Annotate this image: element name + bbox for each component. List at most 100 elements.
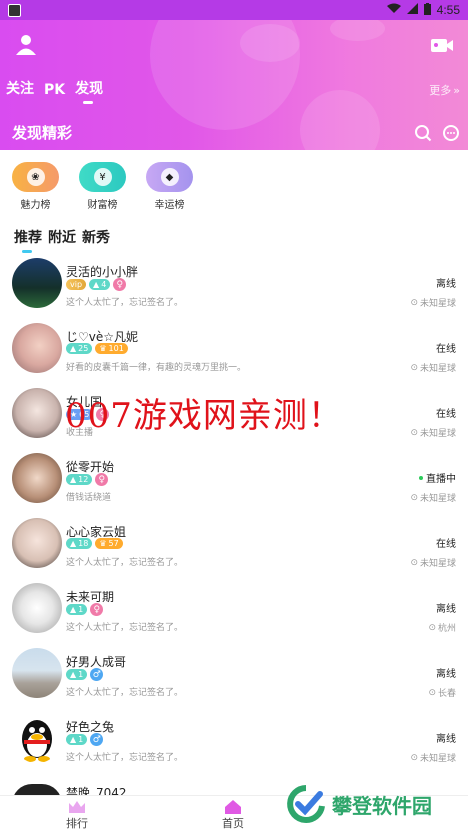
nav-rank[interactable]: 排行 — [66, 800, 88, 831]
location: ⊙ 杭州 — [428, 621, 456, 635]
double-chevron-icon: » — [453, 83, 460, 97]
level-value: 25 — [78, 344, 89, 353]
user-badges: ▲ 1 ♂ — [66, 668, 104, 681]
location-label: 长春 — [437, 689, 456, 699]
location: ⊙ 未知星球 — [410, 361, 456, 375]
user-badges: ▲ 25 ♛ 101 — [66, 343, 128, 354]
wealth-badge: ♛ 101 — [95, 343, 128, 354]
penguin-icon — [22, 720, 52, 762]
rank-charm[interactable]: ❀ 魅力榜 — [12, 162, 59, 211]
list-item[interactable]: 好男人成哥 ▲ 1 ♂ 这个人太忙了，忘记签名了。 离线 ⊙ 长春 — [0, 646, 468, 711]
live-dot — [419, 475, 423, 480]
search-icon[interactable] — [414, 124, 432, 142]
level-icon: ▲ — [70, 539, 77, 548]
location-label: 未知星球 — [419, 754, 456, 764]
tab-follow[interactable]: 关注 — [6, 78, 34, 104]
online-status: 离线 — [436, 600, 456, 615]
list-item[interactable]: 未来可期 ▲ 1 ♀ 这个人太忙了，忘记签名了。 离线 ⊙ 杭州 — [0, 581, 468, 646]
list-item[interactable]: 從零开始 ▲ 12 ♀ 借钱话绕道 直播中 ⊙ 未知星球 — [0, 451, 468, 516]
tab-pk[interactable]: PK — [44, 82, 65, 104]
cube-icon: ◆ — [160, 168, 179, 186]
decor-bubble — [240, 24, 300, 62]
rank-row: ❀ 魅力榜 ¥ 财富榜 ◆ 幸运榜 — [12, 162, 193, 211]
wealth-icon: ♛ — [99, 539, 107, 548]
level-icon: ▲ — [70, 475, 77, 484]
location: ⊙ 未知星球 — [410, 296, 456, 310]
site-logo-text: 攀登软件园 — [332, 793, 432, 818]
home-icon — [225, 800, 241, 814]
avatar — [12, 648, 62, 698]
message-icon[interactable] — [442, 124, 460, 142]
user-signature: 这个人太忙了，忘记签名了。 — [66, 623, 184, 633]
tab-newcomer[interactable]: 新秀 — [82, 227, 110, 247]
user-badges: ▲ 12 ♀ — [66, 473, 109, 486]
tab-recommend[interactable]: 推荐 — [14, 227, 42, 253]
wealth-value: 57 — [108, 539, 119, 548]
flower-icon: ❀ — [26, 168, 45, 186]
more-label: 更多 — [429, 84, 452, 97]
rank-label: 魅力榜 — [20, 200, 51, 211]
rank-wealth[interactable]: ¥ 财富榜 — [79, 162, 126, 211]
female-icon: ♀ — [90, 603, 104, 616]
level-badge: ▲ 1 — [66, 669, 88, 680]
list-item[interactable]: 好色之兔 ▲ 1 ♂ 这个人太忙了，忘记签名了。 离线 ⊙ 未知星球 — [0, 711, 468, 776]
pin-icon: ⊙ — [410, 492, 418, 503]
level-value: 1 — [78, 670, 84, 679]
location-label: 未知星球 — [419, 299, 456, 309]
clock: 4:55 — [436, 3, 460, 17]
level-icon: ▲ — [70, 605, 77, 614]
level-value: 4 — [101, 280, 107, 289]
status-bar: 4:55 — [0, 0, 468, 20]
section-title: 发现精彩 — [12, 124, 73, 142]
location-label: 未知星球 — [419, 559, 456, 569]
tab-nearby[interactable]: 附近 — [48, 227, 76, 247]
location: ⊙ 未知星球 — [410, 426, 456, 440]
online-status: 离线 — [436, 730, 456, 745]
rank-label: 幸运榜 — [154, 200, 185, 211]
user-badges: vip ▲ 4 ♀ — [66, 278, 127, 291]
rank-pill: ¥ — [79, 162, 126, 192]
camera-icon[interactable] — [430, 36, 454, 54]
avatar — [12, 258, 62, 308]
male-icon: ♂ — [90, 668, 104, 681]
location-label: 未知星球 — [419, 429, 456, 439]
wealth-badge: ♛ 57 — [95, 538, 123, 549]
rank-pill: ❀ — [12, 162, 59, 192]
location: ⊙ 未知星球 — [410, 556, 456, 570]
tab-discover[interactable]: 发现 — [75, 78, 103, 104]
level-icon: ▲ — [93, 280, 100, 289]
status-label: 离线 — [436, 734, 456, 745]
level-badge: ▲ 4 — [89, 279, 111, 290]
avatar — [12, 518, 62, 568]
user-badges: ▲ 1 ♀ — [66, 603, 104, 616]
profile-icon[interactable] — [14, 34, 38, 56]
rank-luck[interactable]: ◆ 幸运榜 — [146, 162, 193, 211]
list-item[interactable]: じ♡vè☆凡妮 ▲ 25 ♛ 101 好看的皮囊千篇一律，有趣的灵魂万里挑一。 在线… — [0, 321, 468, 386]
list-item[interactable]: 灵活的小小胖 vip ▲ 4 ♀ 这个人太忙了，忘记签名了。 离线 ⊙ 未知星球 — [0, 256, 468, 321]
user-badges: ▲ 18 ♛ 57 — [66, 538, 123, 549]
online-status: 在线 — [436, 405, 456, 420]
avatar — [12, 453, 62, 503]
level-badge: ▲ 12 — [66, 474, 93, 485]
user-signature: 这个人太忙了，忘记签名了。 — [66, 558, 184, 568]
level-value: 1 — [78, 735, 84, 744]
pin-icon: ⊙ — [410, 362, 418, 373]
status-label: 直播中 — [426, 474, 456, 485]
more-link[interactable]: 更多 » — [429, 82, 460, 98]
list-item[interactable]: 心心家云姐 ▲ 18 ♛ 57 这个人太忙了，忘记签名了。 在线 ⊙ 未知星球 — [0, 516, 468, 581]
user-signature: 这个人太忙了，忘记签名了。 — [66, 298, 184, 308]
online-status: 直播中 — [419, 470, 456, 485]
avatar — [12, 583, 62, 633]
decor-bubble — [330, 20, 385, 41]
online-status: 离线 — [436, 665, 456, 680]
level-value: 1 — [78, 605, 84, 614]
nav-home[interactable]: 首页 — [222, 800, 244, 831]
pin-icon: ⊙ — [428, 622, 436, 633]
wifi-icon — [386, 3, 401, 17]
site-logo: 攀登软件园 — [286, 784, 432, 824]
online-status: 在线 — [436, 340, 456, 355]
vip-badge: vip — [66, 279, 87, 290]
status-indicators: 4:55 — [386, 2, 460, 18]
checkmark-logo-icon — [287, 785, 325, 823]
location: ⊙ 未知星球 — [410, 751, 456, 765]
